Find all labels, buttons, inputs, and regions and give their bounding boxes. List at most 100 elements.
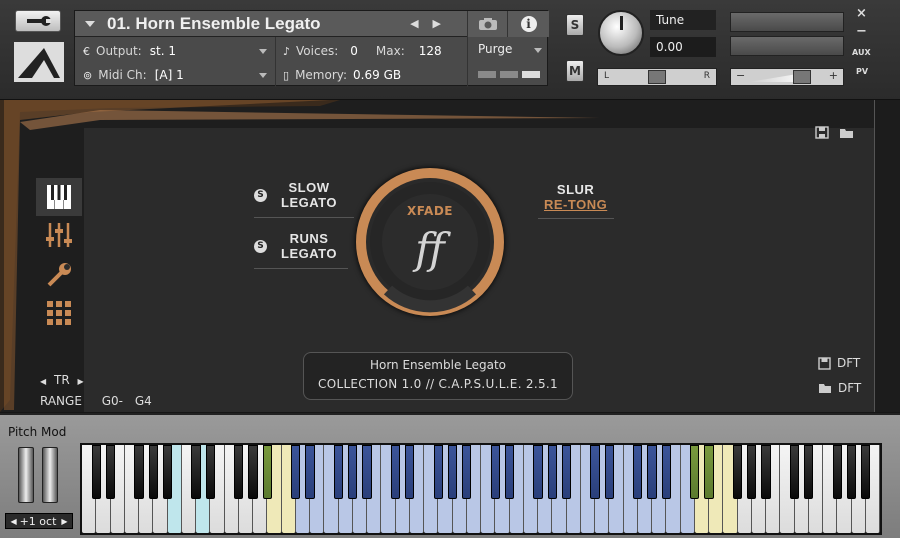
level-meter-left <box>730 12 844 32</box>
black-key[interactable] <box>732 445 743 499</box>
articulation-slur-retong[interactable]: SLUR RE-TONG <box>544 182 607 212</box>
articulation-runs-legato[interactable]: S RUNS LEGATO <box>254 231 337 261</box>
dropdown-icon[interactable] <box>85 20 95 27</box>
transpose-control[interactable]: ◀ TR ▶ <box>40 373 84 387</box>
black-key[interactable] <box>248 445 258 499</box>
black-key[interactable] <box>590 445 600 499</box>
midi-dropdown-icon[interactable] <box>259 73 267 78</box>
black-key[interactable] <box>91 445 101 499</box>
xfade-dial[interactable]: XFADE ff <box>356 168 504 316</box>
black-key[interactable] <box>305 445 315 499</box>
black-key[interactable] <box>362 445 372 499</box>
pv-button[interactable]: PV <box>856 67 868 76</box>
black-key[interactable] <box>490 445 500 499</box>
pitch-wheel[interactable] <box>18 447 34 503</box>
sliders-icon <box>46 223 72 247</box>
instrument-main-panel: S SLOW LEGATO S RUNS LEGATO SLUR RE-TONG… <box>0 100 900 412</box>
black-key[interactable] <box>348 445 358 499</box>
octave-label: +1 oct <box>19 514 57 528</box>
black-key[interactable] <box>191 445 201 499</box>
black-key[interactable] <box>647 445 657 499</box>
folder-icon[interactable] <box>839 126 854 139</box>
black-key[interactable] <box>633 445 643 499</box>
black-key[interactable] <box>105 445 116 499</box>
black-key[interactable] <box>462 445 472 499</box>
aux-button[interactable]: AUX <box>852 48 871 57</box>
voices-icon: ♪ <box>283 44 291 58</box>
minimize-button[interactable]: − <box>856 24 867 39</box>
black-key[interactable] <box>661 445 671 499</box>
transpose-left-icon[interactable]: ◀ <box>40 377 46 386</box>
piano-keyboard[interactable] <box>80 443 882 535</box>
black-key[interactable] <box>547 445 557 499</box>
prev-next-arrows[interactable]: ◀▶ <box>410 17 455 30</box>
max-value[interactable]: 128 <box>419 44 442 58</box>
black-key[interactable] <box>804 445 814 499</box>
tune-value[interactable]: 0.00 <box>650 37 716 57</box>
black-key[interactable] <box>205 445 215 499</box>
black-key[interactable] <box>333 445 344 499</box>
purge-selector[interactable]: Purge <box>467 37 549 87</box>
preset-save-default[interactable]: DFT <box>818 356 860 370</box>
pan-handle[interactable] <box>648 70 666 84</box>
nav-mixer[interactable] <box>36 216 82 254</box>
transpose-right-icon[interactable]: ▶ <box>77 377 83 386</box>
s-badge-icon: S <box>254 239 267 253</box>
snapshot-button[interactable] <box>467 11 507 37</box>
output-dropdown-icon[interactable] <box>259 49 267 54</box>
voices-display: ♪ Voices: 0 Max: 128 <box>283 39 442 63</box>
nav-grid[interactable] <box>36 294 82 332</box>
mod-wheel[interactable] <box>42 447 58 503</box>
black-key[interactable] <box>390 445 401 499</box>
black-key[interactable] <box>861 445 871 499</box>
black-key[interactable] <box>148 445 158 499</box>
tune-knob[interactable] <box>598 10 644 56</box>
nav-keys[interactable] <box>36 178 82 216</box>
midi-channel-selector[interactable]: ⊚ Midi Ch: [A] 1 <box>83 63 271 87</box>
preset-load-default[interactable]: DFT <box>818 381 861 395</box>
black-key[interactable] <box>789 445 800 499</box>
black-key[interactable] <box>134 445 144 499</box>
options-button[interactable] <box>15 10 61 32</box>
black-key[interactable] <box>447 445 458 499</box>
black-key[interactable] <box>262 445 272 499</box>
octave-shift[interactable]: ◀ +1 oct ▶ <box>5 513 73 529</box>
black-key[interactable] <box>704 445 714 499</box>
black-key[interactable] <box>690 445 700 499</box>
save-icon[interactable] <box>815 126 829 139</box>
black-key[interactable] <box>561 445 572 499</box>
instrument-name-row[interactable]: 01. Horn Ensemble Legato ◀▶ <box>75 11 467 37</box>
grid-icon <box>47 301 71 325</box>
black-key[interactable] <box>761 445 771 499</box>
purge-dropdown-icon[interactable] <box>534 48 542 53</box>
folder-icon <box>819 384 831 393</box>
black-key[interactable] <box>234 445 244 499</box>
articulation-slow-legato[interactable]: S SLOW LEGATO <box>254 180 337 210</box>
octave-up-icon[interactable]: ▶ <box>61 517 67 526</box>
range-display: RANGE G0- G4 <box>40 394 152 408</box>
solo-button[interactable]: S <box>566 14 584 36</box>
black-key[interactable] <box>405 445 415 499</box>
nav-settings[interactable] <box>36 256 82 294</box>
mute-button[interactable]: M <box>566 60 584 82</box>
volume-handle[interactable] <box>793 70 811 84</box>
info-icon: i <box>520 16 537 32</box>
black-key[interactable] <box>533 445 543 499</box>
black-key[interactable] <box>433 445 443 499</box>
black-key[interactable] <box>846 445 857 499</box>
octave-down-icon[interactable]: ◀ <box>10 517 16 526</box>
black-key[interactable] <box>832 445 842 499</box>
memory-icon: ▯ <box>283 68 290 82</box>
close-button[interactable]: × <box>856 6 867 21</box>
pan-slider[interactable]: L R <box>597 68 717 86</box>
volume-slider[interactable]: − + <box>730 68 844 86</box>
black-key[interactable] <box>747 445 757 499</box>
output-selector[interactable]: € Output: st. 1 <box>83 39 271 63</box>
range-high: G4 <box>134 394 152 408</box>
preset-load-label: DFT <box>838 381 862 395</box>
black-key[interactable] <box>162 445 173 499</box>
black-key[interactable] <box>604 445 614 499</box>
black-key[interactable] <box>291 445 301 499</box>
black-key[interactable] <box>504 445 515 499</box>
info-button[interactable]: i <box>507 11 549 37</box>
